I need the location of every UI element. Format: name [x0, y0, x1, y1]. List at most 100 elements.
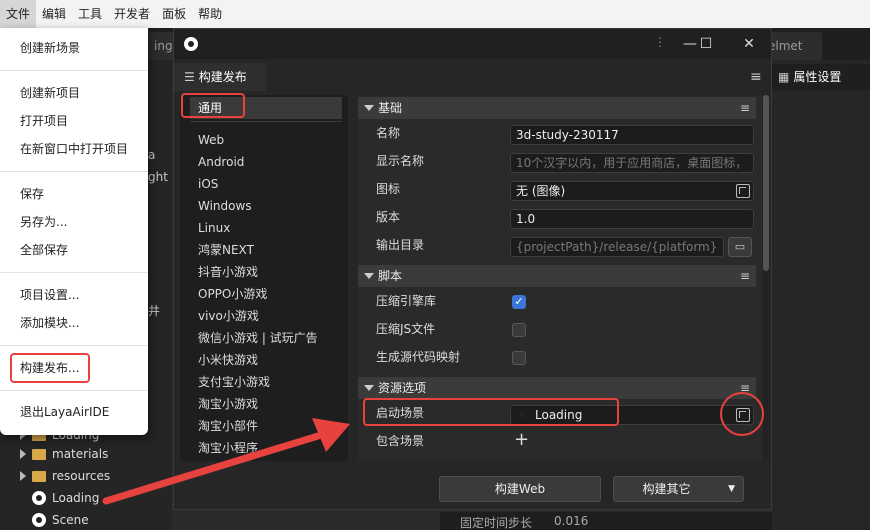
tree-item-label: Scene [52, 513, 89, 527]
menu-tools[interactable]: 工具 [72, 0, 108, 28]
menu-save-all[interactable]: 全部保存 [20, 240, 68, 260]
name-field[interactable]: 3d-study-230117 [510, 125, 754, 145]
collapse-arrow-icon [364, 385, 374, 391]
chevron-down-icon[interactable]: ▼ [728, 477, 735, 501]
tree-item-resources[interactable]: resources [20, 465, 110, 487]
section-menu-icon[interactable]: ≡ [740, 97, 750, 119]
panel-menu-icon[interactable]: ≡ [750, 69, 762, 85]
fixed-timestep-label: 固定时间步长 [460, 516, 533, 530]
platform-web[interactable]: Web [198, 129, 224, 151]
menu-separator [0, 345, 148, 346]
expand-arrow-icon[interactable] [20, 449, 26, 459]
platform-taobao-widget[interactable]: 淘宝小部件 [198, 415, 258, 437]
properties-icon: ▦ [778, 70, 790, 84]
platform-vivo[interactable]: vivo小游戏 [198, 305, 259, 327]
menu-exit[interactable]: 退出LayaAirIDE [20, 402, 109, 422]
asset-picker-icon[interactable] [736, 184, 750, 198]
display-name-field[interactable]: 10个汉字以内，用于应用商店，桌面图标， [510, 153, 754, 173]
platform-harmony[interactable]: 鸿蒙NEXT [198, 239, 254, 261]
tree-item-loading-scene[interactable]: Loading [32, 487, 99, 509]
platform-android[interactable]: Android [198, 151, 244, 173]
hierarchy-partial-text: ght [148, 170, 168, 184]
tree-item-label: materials [52, 447, 109, 461]
platform-windows[interactable]: Windows [198, 195, 252, 217]
menu-separator [0, 70, 148, 71]
laya-scene-icon [32, 513, 46, 527]
icon-field[interactable]: 无 (图像) [510, 181, 754, 201]
close-icon[interactable]: ✕ [729, 29, 769, 59]
menu-add-module[interactable]: 添加模块... [20, 313, 79, 333]
compress-js-checkbox[interactable] [512, 323, 526, 337]
laya-scene-icon [32, 491, 46, 505]
platform-linux[interactable]: Linux [198, 217, 230, 239]
build-panel-title: 构建发布 [198, 70, 247, 84]
compress-js-label: 压缩JS文件 [376, 322, 436, 336]
platform-ios[interactable]: iOS [198, 173, 218, 195]
fixed-timestep-value: 0.016 [554, 514, 589, 528]
menu-project-settings[interactable]: 项目设置... [20, 285, 79, 305]
inspector-bottom-row: 固定时间步长 0.016 [440, 512, 772, 530]
properties-tab[interactable]: ▦ 属性设置 [772, 64, 870, 90]
menu-new-project[interactable]: 创建新项目 [20, 83, 80, 103]
compress-engine-label: 压缩引擎库 [376, 294, 437, 308]
section-assets[interactable]: 资源选项 ≡ [358, 377, 756, 399]
menu-open-in-new-window[interactable]: 在新窗口中打开项目 [20, 139, 128, 159]
build-other-label: 构建其它 [642, 482, 691, 496]
sourcemap-label: 生成源代码映射 [376, 350, 461, 364]
maximize-icon[interactable]: ☐ [686, 29, 726, 59]
version-label: 版本 [376, 210, 401, 224]
menu-new-scene[interactable]: 创建新场景 [20, 38, 80, 58]
platform-list: 通用 Web Android iOS Windows Linux 鸿蒙NEXT … [180, 95, 348, 461]
menu-help[interactable]: 帮助 [192, 0, 228, 28]
platform-taobao-game[interactable]: 淘宝小游戏 [198, 393, 258, 415]
folder-browse-icon[interactable]: ▭ [728, 237, 752, 257]
menu-separator [0, 272, 148, 273]
sourcemap-checkbox[interactable] [512, 351, 526, 365]
highlight-start-scene [363, 398, 619, 426]
platform-separator [190, 121, 342, 122]
build-other-button[interactable]: 构建其它 ▼ [613, 476, 744, 502]
platform-xiaomi[interactable]: 小米快游戏 [198, 349, 258, 371]
section-title: 基础 [378, 101, 403, 115]
highlight-picker-circle [720, 392, 764, 436]
expand-arrow-icon[interactable] [20, 471, 26, 481]
output-dir-field[interactable]: {projectPath}/release/{platform} [510, 237, 724, 257]
version-field[interactable]: 1.0 [510, 209, 754, 229]
add-scene-icon[interactable]: + [514, 429, 529, 450]
scrollbar-thumb[interactable] [763, 95, 769, 271]
tree-item-materials[interactable]: materials [20, 443, 108, 465]
build-web-button[interactable]: 构建Web [439, 476, 601, 502]
tree-item-label: resources [52, 469, 111, 483]
tree-item-scene[interactable]: Scene [32, 509, 89, 530]
folder-icon [32, 448, 46, 460]
platform-taobao-miniapp[interactable]: 淘宝小程序 [198, 437, 258, 459]
menu-save[interactable]: 保存 [20, 184, 44, 204]
display-name-label: 显示名称 [376, 154, 425, 168]
highlight-general [181, 93, 245, 118]
inspector-panel [772, 60, 870, 530]
highlight-build-publish [10, 353, 90, 383]
hierarchy-partial-text: a [148, 148, 156, 162]
menu-file[interactable]: 文件 [0, 0, 37, 28]
build-panel-tab[interactable]: ☰ 构建发布 [174, 63, 266, 91]
menu-separator [0, 171, 148, 172]
menu-edit[interactable]: 编辑 [36, 0, 72, 28]
platform-wechat[interactable]: 微信小游戏 | 试玩广告 [198, 327, 318, 349]
section-menu-icon[interactable]: ≡ [740, 265, 750, 287]
collapse-arrow-icon [364, 105, 374, 111]
platform-douyin[interactable]: 抖音小游戏 [198, 261, 258, 283]
name-label: 名称 [376, 126, 401, 140]
folder-icon [32, 470, 46, 482]
section-basic[interactable]: 基础 ≡ [358, 97, 756, 119]
include-scene-label: 包含场景 [376, 434, 425, 448]
menu-developer[interactable]: 开发者 [108, 0, 156, 28]
menu-save-as[interactable]: 另存为... [20, 212, 67, 232]
platform-alipay[interactable]: 支付宝小游戏 [198, 371, 270, 393]
laya-logo-icon [184, 37, 198, 51]
menu-open-project[interactable]: 打开项目 [20, 111, 68, 131]
section-script[interactable]: 脚本 ≡ [358, 265, 756, 287]
platform-oppo[interactable]: OPPO小游戏 [198, 283, 267, 305]
more-dots-icon[interactable]: ⋮ [654, 35, 666, 49]
compress-engine-checkbox[interactable]: ✓ [512, 295, 526, 309]
menu-panel[interactable]: 面板 [156, 0, 192, 28]
